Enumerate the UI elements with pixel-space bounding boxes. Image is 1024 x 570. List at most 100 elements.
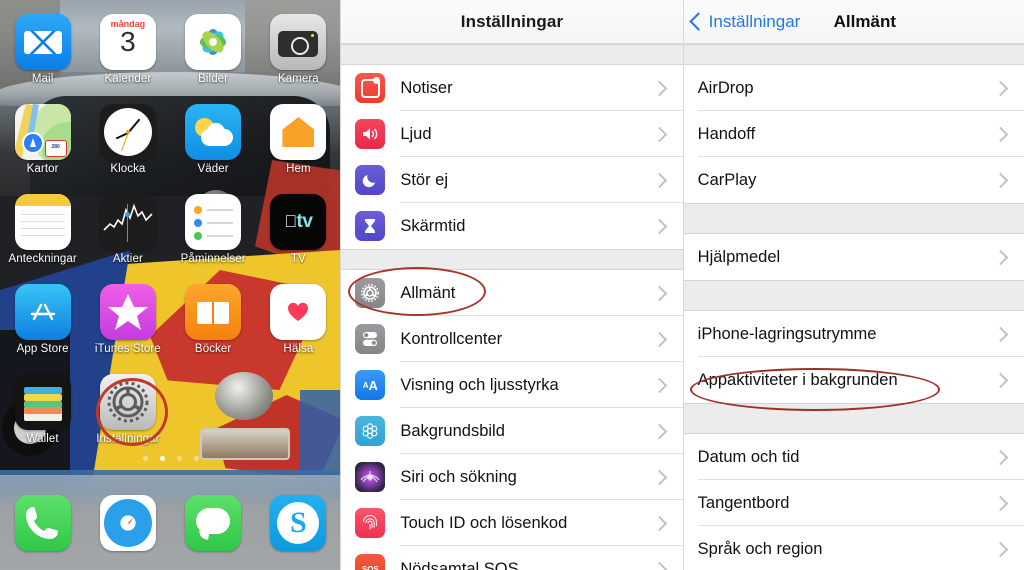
- chevron-right-icon: [651, 218, 667, 234]
- settings-row-stor-ej[interactable]: Stör ej: [341, 157, 683, 203]
- chevron-right-icon: [651, 331, 667, 347]
- app-hem[interactable]: Hem: [256, 104, 341, 175]
- settings-row-touch-id[interactable]: Touch ID och lösenkod: [341, 500, 683, 546]
- general-row-carplay[interactable]: CarPlay: [683, 157, 1024, 203]
- app-anteckningar[interactable]: Anteckningar: [0, 194, 85, 265]
- touch-id-fingerprint-icon: [355, 508, 386, 538]
- app-kalender[interactable]: måndag 3 Kalender: [85, 14, 170, 85]
- settings-row-skarmtid[interactable]: Skärmtid: [341, 203, 683, 249]
- reminders-icon: [185, 194, 242, 250]
- row-label: Kontrollcenter: [400, 329, 503, 348]
- dock-app-skype[interactable]: S: [256, 494, 341, 551]
- clock-icon: [99, 104, 156, 160]
- chevron-right-icon: [651, 80, 667, 96]
- row-label: Appaktiviteter i bakgrunden: [697, 370, 898, 389]
- app-kamera[interactable]: Kamera: [256, 14, 341, 85]
- screen-time-hourglass-icon: [355, 211, 386, 241]
- group-spacer: [683, 44, 1024, 65]
- general-gear-icon: [355, 278, 386, 308]
- app-bilder[interactable]: Bilder: [171, 14, 256, 85]
- back-label: Inställningar: [708, 11, 801, 31]
- phone-icon: [14, 494, 71, 551]
- chevron-right-icon: [992, 495, 1009, 511]
- settings-group-1: Notiser Ljud Stör ej Skärmtid: [341, 65, 683, 249]
- general-row-sprak-och-region[interactable]: Språk och region: [683, 526, 1024, 570]
- dock-app-messages[interactable]: [171, 494, 256, 551]
- chevron-right-icon: [992, 541, 1009, 557]
- settings-row-allmant[interactable]: Allmänt: [341, 270, 683, 316]
- app-label: Bilder: [198, 73, 229, 85]
- row-label: Handoff: [697, 124, 756, 143]
- general-row-handoff[interactable]: Handoff: [683, 111, 1024, 157]
- dock-app-phone[interactable]: [0, 494, 85, 551]
- general-row-hjalpmedel[interactable]: Hjälpmedel: [683, 234, 1024, 280]
- settings-row-sos[interactable]: SOS Nödsamtal SOS: [341, 546, 683, 570]
- chevron-right-icon: [651, 561, 667, 570]
- skype-icon: S: [270, 494, 327, 551]
- app-label: App Store: [16, 343, 69, 355]
- app-label: Aktier: [112, 253, 143, 265]
- app-klocka[interactable]: Klocka: [85, 104, 170, 175]
- page-indicator-dots[interactable]: [0, 456, 340, 461]
- row-label: Touch ID och lösenkod: [400, 513, 568, 532]
- settings-row-notiser[interactable]: Notiser: [341, 65, 683, 111]
- row-label: Skärmtid: [400, 216, 466, 235]
- settings-navbar: Inställningar: [341, 0, 683, 44]
- app-aktier[interactable]: Aktier: [85, 194, 170, 265]
- general-panel: Inställningar Allmänt AirDrop Handoff Ca…: [683, 0, 1024, 570]
- general-row-iphone-lagringsutrymme[interactable]: iPhone-lagringsutrymme: [683, 311, 1024, 357]
- page-title: Allmänt: [833, 11, 896, 31]
- page-dot[interactable]: [176, 456, 182, 461]
- settings-row-kontrollcenter[interactable]: Kontrollcenter: [341, 316, 683, 362]
- iphone-home-screen: Mail måndag 3 Kalender Bilder Kamera 280…: [0, 0, 341, 570]
- maps-icon: 280: [14, 104, 71, 160]
- safari-compass-icon: [99, 494, 156, 551]
- general-row-datum-och-tid[interactable]: Datum och tid: [683, 434, 1024, 480]
- row-label: CarPlay: [697, 170, 757, 189]
- app-app-store[interactable]: App Store: [0, 284, 85, 355]
- row-label: Bakgrundsbild: [400, 421, 505, 440]
- messages-icon: [185, 494, 242, 551]
- home-app-grid: Mail måndag 3 Kalender Bilder Kamera 280…: [0, 0, 340, 475]
- home-icon: [270, 104, 327, 160]
- app-vader[interactable]: Väder: [171, 104, 256, 175]
- app-label: Väder: [197, 163, 229, 175]
- row-label: Datum och tid: [697, 447, 800, 466]
- home-dock: S: [0, 475, 341, 570]
- app-label: Kartor: [26, 163, 59, 175]
- app-label: Hälsa: [283, 343, 314, 355]
- page-dot-active[interactable]: [159, 456, 165, 461]
- general-row-appaktiviteter-i-bakgrunden[interactable]: Appaktiviteter i bakgrunden: [683, 357, 1024, 403]
- settings-row-visning[interactable]: AA Visning och ljusstyrka: [341, 362, 683, 408]
- app-paminnelser[interactable]: Påminnelser: [171, 194, 256, 265]
- weather-icon: [185, 104, 242, 160]
- settings-row-bakgrundsbild[interactable]: Bakgrundsbild: [341, 408, 683, 454]
- page-dot[interactable]: [142, 456, 148, 461]
- app-mail[interactable]: Mail: [0, 14, 85, 85]
- general-navbar: Inställningar Allmänt: [683, 0, 1024, 44]
- settings-row-siri[interactable]: Siri och sökning: [341, 454, 683, 500]
- general-row-tangentbord[interactable]: Tangentbord: [683, 480, 1024, 526]
- page-dot[interactable]: [193, 456, 199, 461]
- dock-app-safari[interactable]: [85, 494, 170, 551]
- chevron-right-icon: [992, 172, 1009, 188]
- general-row-airdrop[interactable]: AirDrop: [683, 65, 1024, 111]
- chevron-right-icon: [992, 126, 1009, 142]
- notes-icon: [14, 194, 71, 250]
- app-wallet[interactable]: Wallet: [0, 374, 85, 445]
- app-label: Wallet: [26, 433, 59, 445]
- app-tv[interactable]: tv TV: [256, 194, 341, 265]
- group-spacer: [683, 203, 1024, 234]
- skype-letter: S: [290, 505, 307, 539]
- app-halsa[interactable]: Hälsa: [256, 284, 341, 355]
- app-kartor[interactable]: 280 Kartor: [0, 104, 85, 175]
- settings-row-ljud[interactable]: Ljud: [341, 111, 683, 157]
- back-button[interactable]: Inställningar: [688, 0, 801, 43]
- health-icon: [270, 284, 327, 340]
- row-label: Nödsamtal SOS: [400, 559, 519, 570]
- group-spacer: [683, 403, 1024, 434]
- app-itunes-store[interactable]: iTunes Store: [85, 284, 170, 355]
- app-bocker[interactable]: Böcker: [171, 284, 256, 355]
- row-label: Hjälpmedel: [697, 247, 781, 266]
- app-label: Mail: [31, 73, 54, 85]
